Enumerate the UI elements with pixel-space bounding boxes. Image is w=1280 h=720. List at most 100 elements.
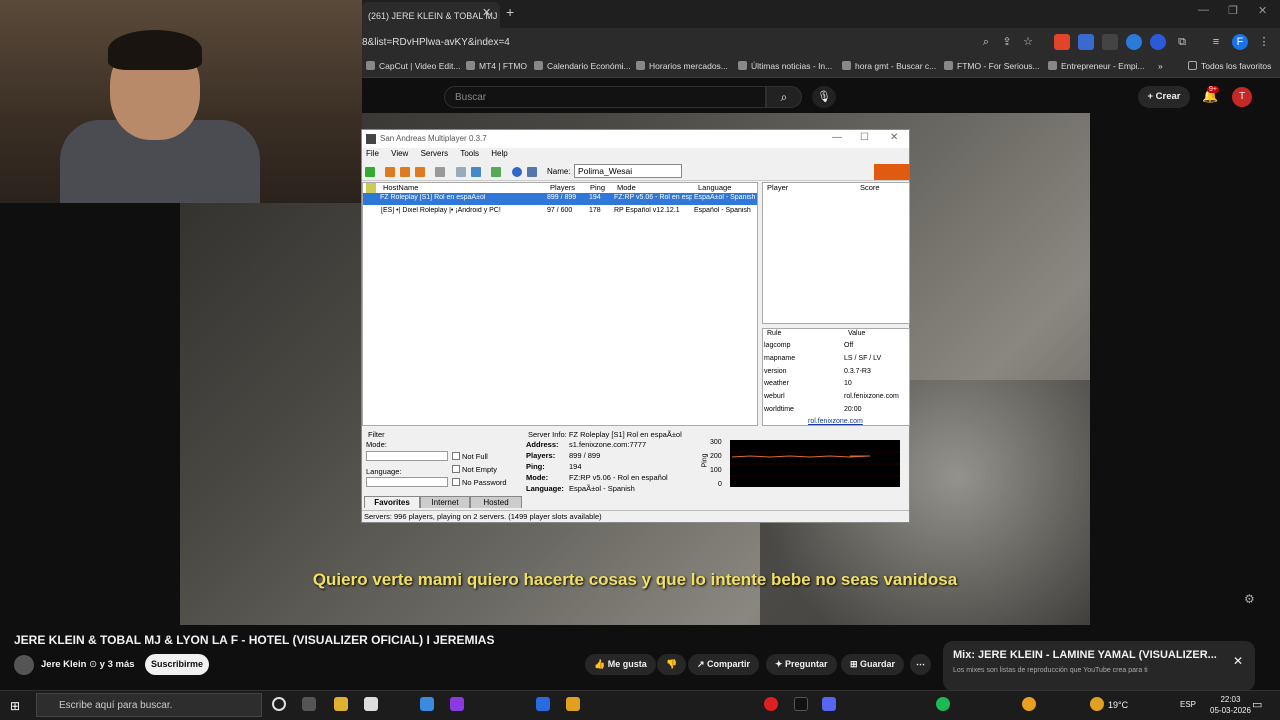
bookmark[interactable]: MT4 | FTMO [466, 61, 527, 71]
copy-icon[interactable] [456, 167, 466, 177]
col-ping[interactable]: Ping [590, 183, 605, 192]
twitch-icon[interactable] [450, 697, 464, 711]
menu-view[interactable]: View [391, 149, 408, 158]
mode-filter-input[interactable] [366, 451, 448, 461]
no-password-checkbox[interactable] [452, 478, 460, 486]
tab-internet[interactable]: Internet [420, 496, 470, 508]
install-icon[interactable]: ⇪ [999, 34, 1015, 50]
extension-icon[interactable] [1102, 34, 1118, 50]
browser-tab[interactable]: (261) JERE KLEIN & TOBAL MJ & LYON LA F [362, 2, 500, 28]
bookmark[interactable]: Entrepreneur - Empi... [1048, 61, 1145, 71]
extension-icon[interactable] [1126, 34, 1142, 50]
server-row[interactable]: [ES] •| Dixel Roleplay |• ¡Android y PC!… [363, 206, 757, 218]
puzzle-icon[interactable]: ⧉ [1174, 34, 1190, 50]
create-button[interactable]: + Crear [1138, 86, 1190, 108]
name-input[interactable]: Polima_Wesai [574, 164, 682, 178]
menu-file[interactable]: File [366, 149, 379, 158]
star-icon[interactable]: ☆ [1020, 34, 1036, 50]
not-full-checkbox[interactable] [452, 452, 460, 460]
all-favorites[interactable]: Todos los favoritos [1188, 61, 1271, 71]
tab-hosted[interactable]: Hosted [470, 496, 522, 508]
maximize-icon[interactable]: ☐ [860, 132, 869, 143]
col-hostname[interactable]: HostName [383, 183, 418, 192]
menu-tools[interactable]: Tools [460, 149, 479, 158]
close-icon[interactable]: ✕ [890, 132, 898, 143]
more-icon[interactable]: ⋯ [910, 654, 931, 675]
col-language[interactable]: Language [698, 183, 731, 192]
help-icon[interactable] [512, 167, 522, 177]
zoom-icon[interactable]: ⌕ [978, 34, 994, 50]
menu-servers[interactable]: Servers [421, 149, 449, 158]
dislike-button[interactable]: 👎 [657, 654, 687, 675]
extension-icon[interactable] [1054, 34, 1070, 50]
avatar[interactable]: T [1232, 87, 1252, 107]
clock[interactable]: 22:03 05-03-2026 [1210, 694, 1251, 716]
taskbar-search-input[interactable]: Escribe aquí para buscar. [36, 693, 262, 717]
url-text[interactable]: 8&list=RDvHPlwa-avKY&index=4 [362, 37, 510, 48]
ask-button[interactable]: ✦ Preguntar [766, 654, 837, 675]
close-window-icon[interactable]: ✕ [1258, 4, 1267, 17]
col-score[interactable]: Score [860, 183, 880, 192]
file-explorer-icon[interactable] [334, 697, 348, 711]
bookmark[interactable]: Horarios mercados... [636, 61, 728, 71]
search-icon[interactable]: ⌕ [766, 86, 802, 108]
zoom-icon[interactable] [536, 697, 550, 711]
app-icon[interactable] [420, 697, 434, 711]
like-button[interactable]: 👍 Me gusta [585, 654, 656, 675]
opera-icon[interactable] [764, 697, 778, 711]
channel-name[interactable]: Jere Klein ⊙ y 3 más [41, 659, 135, 670]
menu-icon[interactable]: ≡ [1208, 34, 1224, 50]
bookmark[interactable]: CapCut | Video Edit... [366, 61, 460, 71]
menu-help[interactable]: Help [491, 149, 507, 158]
chrome-icon[interactable] [1022, 697, 1036, 711]
toolbar-icon[interactable] [400, 167, 410, 177]
taskview-icon[interactable] [302, 697, 316, 711]
extension-icon[interactable] [1150, 34, 1166, 50]
toolbar-icon[interactable] [415, 167, 425, 177]
toolbar-icon[interactable] [435, 167, 445, 177]
tiktok-icon[interactable] [794, 697, 808, 711]
mix-title[interactable]: Mix: JERE KLEIN - LAMINE YAMAL (VISUALIZ… [953, 649, 1217, 661]
refresh-icon[interactable] [491, 167, 501, 177]
share-button[interactable]: ↗ Compartir [688, 654, 760, 675]
search-icon[interactable] [527, 167, 537, 177]
app-icon[interactable] [364, 697, 378, 711]
maximize-icon[interactable]: ❐ [1228, 4, 1238, 17]
subscribe-button[interactable]: Suscribirme [145, 654, 209, 675]
col-player[interactable]: Player [767, 183, 788, 192]
play-icon[interactable] [365, 167, 375, 177]
language-filter-input[interactable] [366, 477, 448, 487]
close-icon[interactable]: ✕ [482, 6, 491, 19]
bookmark[interactable]: hora gmt - Buscar c... [842, 61, 936, 71]
plus-icon[interactable]: + [506, 4, 514, 20]
folder-icon[interactable] [566, 697, 580, 711]
spotify-icon[interactable] [936, 697, 950, 711]
profile-icon[interactable]: F [1232, 34, 1248, 50]
minimize-icon[interactable]: — [832, 132, 842, 143]
translate-icon[interactable] [1078, 34, 1094, 50]
save-button[interactable]: ⊞ Guardar [841, 654, 905, 675]
bookmark[interactable]: FTMO - For Serious... [944, 61, 1040, 71]
col-mode[interactable]: Mode [617, 183, 636, 192]
more-icon[interactable]: ⋮ [1256, 34, 1272, 50]
bookmark[interactable]: Calendario Económi... [534, 61, 631, 71]
channel-avatar[interactable] [14, 655, 34, 675]
tab-favorites[interactable]: Favorites [364, 496, 420, 508]
windows-start-icon[interactable]: ⊞ [10, 699, 20, 713]
minimize-icon[interactable]: — [1198, 4, 1209, 16]
not-empty-checkbox[interactable] [452, 465, 460, 473]
mic-icon[interactable]: 🎙 [812, 86, 836, 108]
search-input[interactable]: Buscar [444, 86, 766, 108]
col-players[interactable]: Players [550, 183, 575, 192]
settings-icon[interactable]: ⚙ [1244, 592, 1255, 606]
discord-icon[interactable] [822, 697, 836, 711]
weburl-link[interactable]: rol.fenixzone.com [808, 418, 863, 425]
edit-icon[interactable] [471, 167, 481, 177]
server-row[interactable]: FZ Roleplay [S1] Rol en espaÃ±ol 899 / 8… [363, 193, 757, 205]
close-icon[interactable]: ✕ [1233, 654, 1243, 668]
language-indicator[interactable]: ESP [1180, 700, 1196, 709]
bookmark[interactable]: Últimas noticias - In... [738, 61, 832, 71]
chevron-right-icon[interactable]: » [1158, 61, 1163, 71]
cortana-icon[interactable] [272, 697, 286, 711]
toolbar-icon[interactable] [385, 167, 395, 177]
